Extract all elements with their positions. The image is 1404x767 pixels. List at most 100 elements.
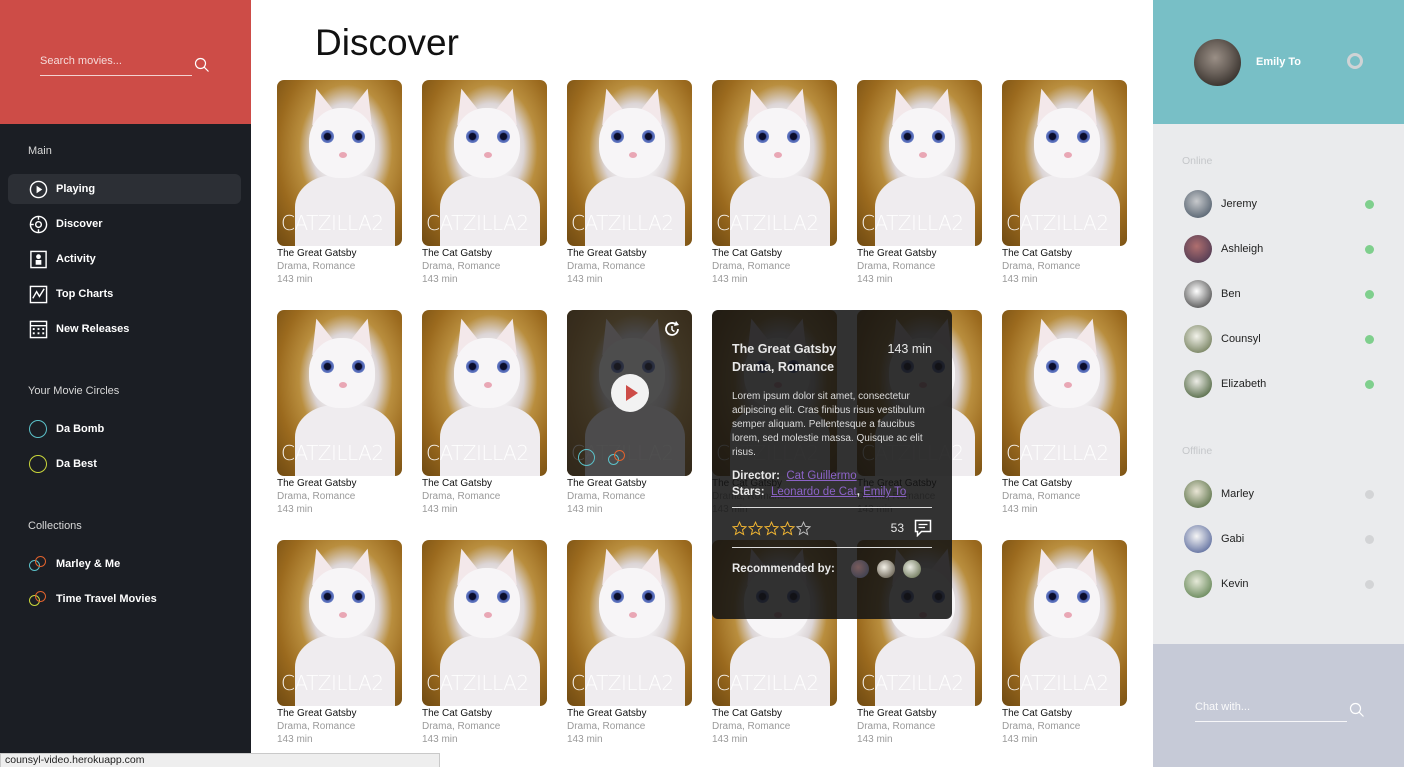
movie-title[interactable]: The Cat Gatsby: [1002, 248, 1127, 259]
movie-card[interactable]: CATZILLA2 The Cat Gatsby Drama, Romance 143…: [1002, 540, 1127, 745]
avatar[interactable]: [1184, 480, 1212, 508]
star-link[interactable]: Leonardo de Cat: [771, 486, 857, 498]
movie-poster[interactable]: CATZILLA2: [1002, 80, 1127, 246]
friend-item[interactable]: Gabi: [1184, 524, 1374, 554]
collection-icon[interactable]: [608, 449, 626, 467]
play-button[interactable]: [611, 374, 649, 412]
recommender-avatar[interactable]: [850, 560, 869, 578]
movie-title[interactable]: The Great Gatsby: [567, 248, 692, 259]
chat-input[interactable]: [1195, 698, 1347, 722]
movie-genre: Drama, Romance: [712, 261, 791, 272]
recommender-avatar[interactable]: [902, 560, 921, 578]
nav-playing[interactable]: Playing: [8, 174, 241, 204]
friend-item[interactable]: Ashleigh: [1184, 234, 1374, 264]
movie-poster[interactable]: CATZILLA2: [567, 540, 692, 706]
movie-title[interactable]: The Great Gatsby: [277, 248, 402, 259]
rating-stars[interactable]: [732, 520, 811, 536]
movie-card[interactable]: CATZILLA2 The Cat Gatsby Drama, Romance 143…: [422, 540, 547, 745]
star-link[interactable]: Emily To: [863, 486, 906, 498]
movie-card[interactable]: CATZILLA2 The Great Gatsby Drama, Romance 1…: [277, 80, 402, 285]
movie-genre: Drama, Romance: [1002, 491, 1081, 502]
avatar[interactable]: [1184, 325, 1212, 353]
friend-item[interactable]: Marley: [1184, 479, 1374, 509]
star-icon[interactable]: [780, 520, 795, 536]
movie-poster[interactable]: CATZILLA2: [422, 80, 547, 246]
poster-title: CATZILLA2: [426, 211, 529, 235]
movie-poster[interactable]: CATZILLA2: [422, 310, 547, 476]
movie-title[interactable]: The Great Gatsby: [277, 708, 402, 719]
recommender-avatar[interactable]: [876, 560, 895, 578]
search-icon[interactable]: [194, 57, 210, 73]
movie-title[interactable]: The Cat Gatsby: [422, 478, 547, 489]
avatar[interactable]: [1184, 280, 1212, 308]
star-icon[interactable]: [764, 520, 779, 536]
movie-title[interactable]: The Cat Gatsby: [1002, 708, 1127, 719]
avatar[interactable]: [1184, 190, 1212, 218]
movie-poster[interactable]: CATZILLA2: [712, 80, 837, 246]
status-toggle[interactable]: [1347, 53, 1363, 69]
star-icon[interactable]: [796, 520, 811, 536]
poster-title: CATZILLA2: [426, 441, 529, 465]
movie-title[interactable]: The Cat Gatsby: [422, 248, 547, 259]
director-link[interactable]: Cat Guillermo: [786, 470, 856, 482]
movie-title[interactable]: The Great Gatsby: [567, 478, 692, 489]
movie-poster[interactable]: CATZILLA2: [567, 310, 692, 476]
friend-item[interactable]: Ben: [1184, 279, 1374, 309]
comment-icon[interactable]: [914, 519, 932, 537]
movie-card[interactable]: CATZILLA2 The Cat Gatsby Drama, Romance 143…: [422, 80, 547, 285]
movie-poster[interactable]: CATZILLA2: [857, 80, 982, 246]
friend-item[interactable]: Jeremy: [1184, 189, 1374, 219]
search-icon[interactable]: [1349, 702, 1365, 718]
movie-poster[interactable]: CATZILLA2: [277, 80, 402, 246]
movie-title[interactable]: The Great Gatsby: [277, 478, 402, 489]
movie-card[interactable]: CATZILLA2 The Cat Gatsby Drama, Romance 143…: [1002, 80, 1127, 285]
movie-poster[interactable]: CATZILLA2: [1002, 540, 1127, 706]
movie-title[interactable]: The Great Gatsby: [857, 708, 982, 719]
circle-da-best[interactable]: Da Best: [8, 449, 241, 479]
movie-title[interactable]: The Cat Gatsby: [422, 708, 547, 719]
nav-discover[interactable]: Discover: [8, 209, 241, 239]
star-icon[interactable]: [732, 520, 747, 536]
movie-card[interactable]: CATZILLA2 The Great Gatsby Drama, Romance 1…: [857, 80, 982, 285]
avatar[interactable]: [1184, 235, 1212, 263]
nav-activity[interactable]: Activity: [8, 244, 241, 274]
friend-item[interactable]: Elizabeth: [1184, 369, 1374, 399]
movie-card[interactable]: CATZILLA2 The Cat Gatsby Drama, Romance 143…: [712, 80, 837, 285]
circle-icon[interactable]: [578, 449, 595, 466]
movie-card[interactable]: CATZILLA2 The Great Gatsby Drama, Romance 1…: [567, 310, 692, 515]
profile-name[interactable]: Emily To: [1256, 56, 1301, 68]
avatar[interactable]: [1184, 570, 1212, 598]
search-movies-input[interactable]: [40, 52, 192, 76]
movie-card[interactable]: CATZILLA2 The Cat Gatsby Drama, Romance 143…: [1002, 310, 1127, 515]
avatar[interactable]: [1184, 525, 1212, 553]
nav-new-releases[interactable]: New Releases: [8, 314, 241, 344]
detail-genres: Drama, Romance: [732, 360, 835, 374]
movie-title[interactable]: The Cat Gatsby: [712, 708, 837, 719]
movie-title[interactable]: The Cat Gatsby: [1002, 478, 1127, 489]
movie-poster[interactable]: CATZILLA2: [567, 80, 692, 246]
movie-poster[interactable]: CATZILLA2: [277, 310, 402, 476]
movie-poster[interactable]: CATZILLA2: [422, 540, 547, 706]
friend-item[interactable]: Kevin: [1184, 569, 1374, 599]
movie-card[interactable]: CATZILLA2 The Cat Gatsby Drama, Romance 143…: [422, 310, 547, 515]
avatar[interactable]: [1184, 370, 1212, 398]
nav-top-charts[interactable]: Top Charts: [8, 279, 241, 309]
nav-label: Playing: [56, 183, 96, 195]
collection-time-travel[interactable]: Time Travel Movies: [8, 584, 241, 614]
movie-title[interactable]: The Cat Gatsby: [712, 248, 837, 259]
avatar[interactable]: [1194, 39, 1241, 86]
friend-item[interactable]: Counsyl: [1184, 324, 1374, 354]
movie-card[interactable]: CATZILLA2 The Great Gatsby Drama, Romance 1…: [277, 310, 402, 515]
movie-title[interactable]: The Great Gatsby: [857, 248, 982, 259]
movie-poster[interactable]: CATZILLA2: [1002, 310, 1127, 476]
circle-label: Da Best: [56, 458, 97, 470]
movie-title[interactable]: The Great Gatsby: [567, 708, 692, 719]
circle-da-bomb[interactable]: Da Bomb: [8, 414, 241, 444]
collection-marley-me[interactable]: Marley & Me: [8, 549, 241, 579]
movie-card[interactable]: CATZILLA2 The Great Gatsby Drama, Romance 1…: [567, 80, 692, 285]
movie-card[interactable]: CATZILLA2 The Great Gatsby Drama, Romance 1…: [277, 540, 402, 745]
movie-card[interactable]: CATZILLA2 The Great Gatsby Drama, Romance 1…: [567, 540, 692, 745]
movie-poster[interactable]: CATZILLA2: [277, 540, 402, 706]
replay-icon[interactable]: [662, 319, 682, 339]
star-icon[interactable]: [748, 520, 763, 536]
